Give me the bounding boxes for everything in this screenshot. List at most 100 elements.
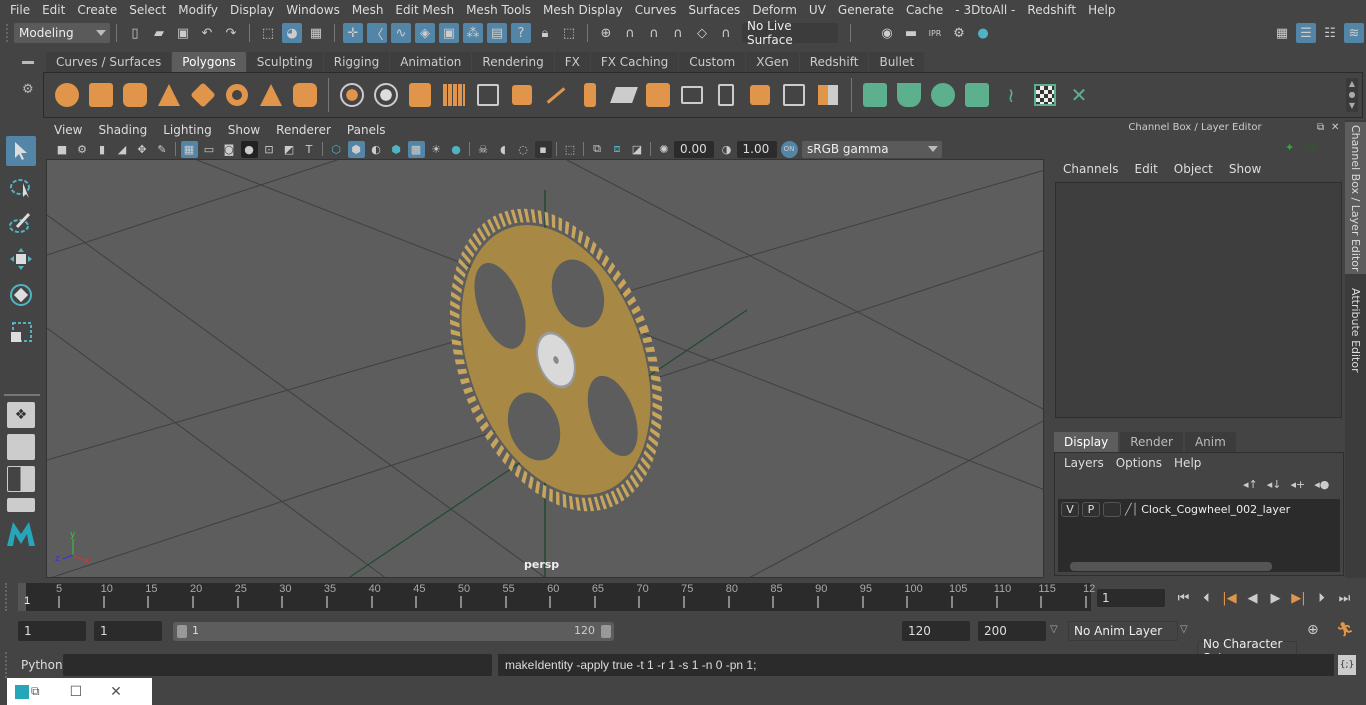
target-weld-icon[interactable] bbox=[712, 81, 740, 109]
modeling-toolkit-icon[interactable]: ▦ bbox=[1272, 23, 1292, 43]
use-all-lights-icon[interactable]: ☀ bbox=[428, 141, 445, 158]
close-icon[interactable]: ✕ bbox=[110, 684, 122, 700]
snap-rendering-icon[interactable]: ▤ bbox=[487, 23, 507, 43]
side-tab-channel-box[interactable]: Channel Box / Layer Editor bbox=[1345, 122, 1366, 274]
render-frame-icon[interactable]: ▬ bbox=[901, 23, 921, 43]
sew-uv-icon[interactable]: ✕ bbox=[1065, 81, 1093, 109]
play-backwards-icon[interactable]: ◀ bbox=[1241, 588, 1264, 608]
safe-title-icon[interactable]: T bbox=[301, 141, 318, 158]
undo-icon[interactable]: ↶ bbox=[197, 23, 217, 43]
select-component-icon[interactable]: ▦ bbox=[306, 23, 326, 43]
menu-edit-mesh[interactable]: Edit Mesh bbox=[389, 3, 460, 17]
fill-hole-icon[interactable] bbox=[644, 81, 672, 109]
sync-icon[interactable] bbox=[1305, 141, 1317, 153]
menu-mesh-display[interactable]: Mesh Display bbox=[537, 3, 629, 17]
shelf-tab-custom[interactable]: Custom bbox=[679, 52, 746, 72]
layer-tab-render[interactable]: Render bbox=[1120, 432, 1183, 452]
layer-playback-toggle[interactable]: P bbox=[1082, 502, 1100, 517]
snap-view-plane-icon[interactable]: ◇ bbox=[692, 23, 712, 43]
viewport-menu-renderer[interactable]: Renderer bbox=[268, 123, 339, 137]
menu-generate[interactable]: Generate bbox=[832, 3, 900, 17]
textured-icon[interactable]: ▩ bbox=[407, 140, 425, 158]
channel-menu-object[interactable]: Object bbox=[1166, 162, 1221, 176]
menu-select[interactable]: Select bbox=[123, 3, 172, 17]
menu-display[interactable]: Display bbox=[224, 3, 280, 17]
poly-cone-icon[interactable] bbox=[155, 81, 183, 109]
shelf-tab-rendering[interactable]: Rendering bbox=[472, 52, 554, 72]
snap-dynamics-icon[interactable]: ⁂ bbox=[463, 23, 483, 43]
xray-icon[interactable]: ⧉ bbox=[589, 141, 606, 158]
new-scene-icon[interactable]: ▯ bbox=[125, 23, 145, 43]
range-start-handle[interactable] bbox=[177, 625, 187, 638]
spherical-map-icon[interactable] bbox=[929, 81, 957, 109]
redo-icon[interactable]: ↷ bbox=[221, 23, 241, 43]
uv-layout-icon[interactable] bbox=[814, 81, 842, 109]
camera-icon[interactable]: ■ bbox=[54, 141, 71, 158]
multi-cut-icon[interactable] bbox=[542, 81, 570, 109]
workspace-dropdown[interactable]: Modeling bbox=[14, 23, 110, 43]
select-lock-icon[interactable]: ⬚ bbox=[559, 23, 579, 43]
make-live-icon[interactable]: ∩ bbox=[716, 23, 736, 43]
planar-map-icon[interactable] bbox=[861, 81, 889, 109]
layer-menu-options[interactable]: Options bbox=[1110, 456, 1168, 470]
extrude-icon[interactable] bbox=[474, 81, 502, 109]
bevel-icon[interactable] bbox=[576, 81, 604, 109]
channel-box-toggle-icon[interactable]: ≋ bbox=[1344, 23, 1364, 43]
layer-display-type-toggle[interactable] bbox=[1103, 502, 1121, 517]
shelf-tab-xgen[interactable]: XGen bbox=[746, 52, 799, 72]
snap-handles-icon[interactable]: ✛ bbox=[343, 23, 363, 43]
viewport-menu-lighting[interactable]: Lighting bbox=[155, 123, 220, 137]
snap-curve-icon[interactable]: ∿ bbox=[391, 23, 411, 43]
shelf-tab-curves-surfaces[interactable]: Curves / Surfaces bbox=[46, 52, 172, 72]
animation-preferences-icon[interactable]: 🏃︎ bbox=[1336, 622, 1354, 638]
film-gate-icon[interactable]: ▭ bbox=[201, 141, 218, 158]
render-view-icon[interactable]: ◉ bbox=[877, 23, 897, 43]
snap-surface-icon[interactable]: ◈ bbox=[415, 23, 435, 43]
menu-curves[interactable]: Curves bbox=[629, 3, 683, 17]
color-management-toggle[interactable]: ON bbox=[780, 140, 798, 158]
motion-blur-icon[interactable]: ◖ bbox=[495, 141, 512, 158]
time-slider[interactable]: 1 5 10 15 20 25 30 35 40 45 50 55 60 65 70 75 80 85 90 95 1… bbox=[18, 583, 1095, 611]
menu-edit[interactable]: Edit bbox=[36, 3, 71, 17]
two-d-pan-zoom-icon[interactable]: ✥ bbox=[134, 141, 151, 158]
menu-mesh-tools[interactable]: Mesh Tools bbox=[460, 3, 537, 17]
poly-cylinder-icon[interactable] bbox=[121, 81, 149, 109]
close-panel-icon[interactable]: ✕ bbox=[1331, 122, 1339, 133]
float-panel-icon[interactable]: ⧉ bbox=[1317, 122, 1324, 133]
select-object-icon[interactable]: ◕ bbox=[282, 23, 302, 43]
animation-end-field[interactable]: 200 bbox=[978, 621, 1046, 641]
snap-projected-center-icon[interactable]: ∩ bbox=[668, 23, 688, 43]
graph-layout-icon[interactable] bbox=[7, 498, 35, 512]
four-view-layout-icon[interactable] bbox=[7, 434, 35, 460]
shelf-tab-rigging[interactable]: Rigging bbox=[323, 52, 390, 72]
go-to-start-icon[interactable]: ⏮ bbox=[1172, 588, 1195, 608]
wireframe-on-shaded-icon[interactable]: ⬢ bbox=[388, 141, 405, 158]
gamma-field[interactable]: 1.00 bbox=[736, 140, 777, 158]
timeline-grip[interactable] bbox=[5, 583, 13, 611]
grid-icon[interactable]: ▦ bbox=[180, 140, 198, 158]
color-space-dropdown[interactable]: sRGB gamma bbox=[802, 140, 942, 158]
viewport-menu-shading[interactable]: Shading bbox=[90, 123, 155, 137]
shelf-tab-fx-caching[interactable]: FX Caching bbox=[590, 52, 679, 72]
menu-uv[interactable]: UV bbox=[803, 3, 832, 17]
poly-plane-icon[interactable] bbox=[189, 81, 217, 109]
shelf-tabs-menu-icon[interactable] bbox=[22, 61, 34, 64]
move-layer-up-icon[interactable]: ◂↑ bbox=[1243, 478, 1258, 491]
playback-end-field[interactable]: 120 bbox=[902, 621, 970, 641]
gate-mask-icon[interactable]: ● bbox=[240, 140, 258, 158]
lasso-tool-icon[interactable] bbox=[6, 172, 36, 202]
shelf-tab-redshift[interactable]: Redshift bbox=[799, 52, 869, 72]
screen-space-ao-icon[interactable]: ☠ bbox=[475, 141, 492, 158]
depth-of-field-icon[interactable]: ▪ bbox=[534, 140, 552, 158]
open-scene-icon[interactable]: ▰ bbox=[149, 23, 169, 43]
menu-redshift[interactable]: Redshift bbox=[1021, 3, 1082, 17]
smooth-shade-icon[interactable]: ⬢ bbox=[347, 140, 365, 158]
outliner-layout-icon[interactable] bbox=[7, 466, 35, 492]
menu-mesh[interactable]: Mesh bbox=[346, 3, 390, 17]
layer-tab-anim[interactable]: Anim bbox=[1184, 432, 1236, 452]
default-material-icon[interactable]: ◐ bbox=[368, 141, 385, 158]
anti-aliasing-icon[interactable]: ◌ bbox=[515, 141, 532, 158]
move-tool-icon[interactable] bbox=[6, 244, 36, 274]
smooth-icon[interactable] bbox=[440, 81, 468, 109]
menu-deform[interactable]: Deform bbox=[746, 3, 803, 17]
